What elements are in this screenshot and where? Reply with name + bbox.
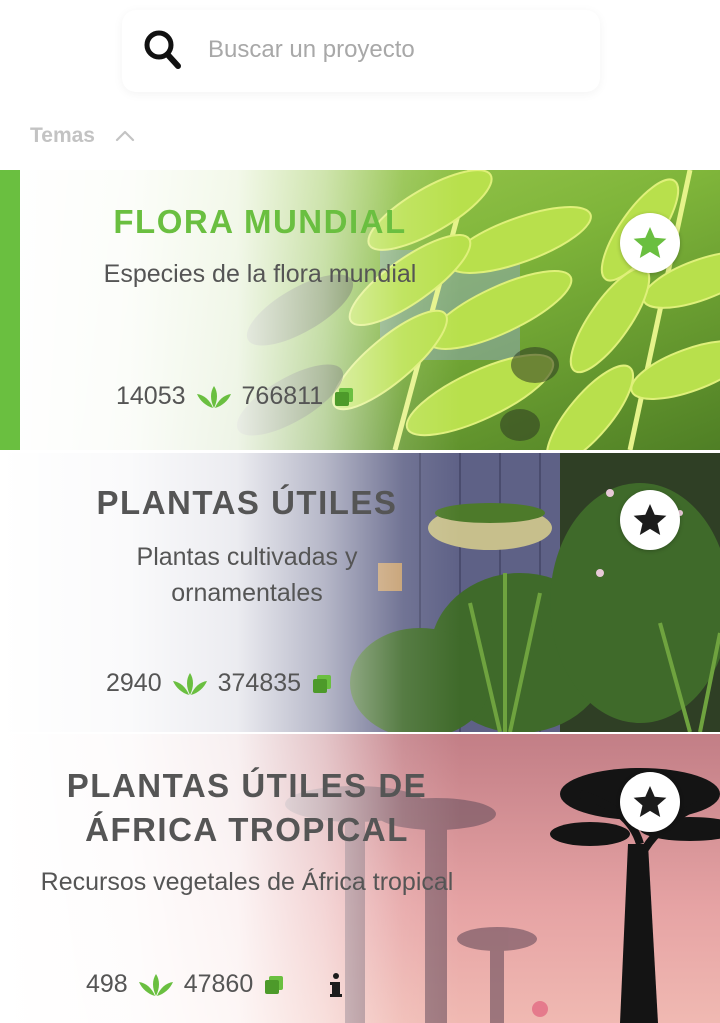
project-card-flora-mundial[interactable]: FLORA MUNDIAL Especies de la flora mundi… [0, 170, 720, 450]
project-title: PLANTAS ÚTILES [96, 484, 398, 521]
star-filled-icon [633, 227, 667, 258]
species-count: 14053 [116, 382, 186, 410]
observations-count: 47860 [183, 970, 254, 998]
favorite-button[interactable] [620, 213, 680, 273]
project-subtitle: Especies de la flora mundial [103, 260, 417, 288]
project-stats: 2940 374835 [106, 669, 333, 698]
project-stats: 14053 766811 [116, 382, 355, 411]
topics-toggle[interactable]: Temas [30, 119, 135, 153]
pages-icon [265, 975, 284, 994]
favorite-button[interactable] [620, 772, 680, 832]
pages-icon [335, 387, 354, 406]
star-icon [633, 786, 667, 817]
search-bar[interactable] [122, 10, 600, 92]
species-count: 2940 [106, 669, 162, 697]
species-count: 498 [86, 970, 128, 998]
observations-count: 766811 [241, 382, 324, 410]
search-icon [144, 30, 181, 69]
project-subtitle: Plantas cultivadas y ornamentales [136, 543, 358, 607]
chevron-up-icon [115, 130, 135, 142]
pages-icon [313, 674, 332, 693]
favorite-button[interactable] [620, 490, 680, 550]
leaf-icon [138, 973, 173, 996]
project-title: PLANTAS ÚTILES DE ÁFRICA TROPICAL [66, 767, 428, 848]
project-subtitle: Recursos vegetales de África tropical [40, 868, 454, 896]
star-icon [633, 504, 667, 535]
search-input[interactable] [208, 30, 578, 70]
project-card-plantas-utiles[interactable]: PLANTAS ÚTILES Plantas cultivadas y orna… [0, 453, 720, 732]
topics-label: Temas [30, 124, 95, 147]
project-title: FLORA MUNDIAL [113, 203, 407, 240]
project-stats: 498 47860 [86, 970, 343, 999]
observations-count: 374835 [217, 669, 302, 697]
project-card-plantas-utiles-africa[interactable]: PLANTAS ÚTILES DE ÁFRICA TROPICAL Recurs… [0, 734, 720, 1023]
info-icon[interactable] [329, 972, 343, 998]
leaf-icon [172, 672, 207, 695]
leaf-icon [196, 385, 231, 408]
